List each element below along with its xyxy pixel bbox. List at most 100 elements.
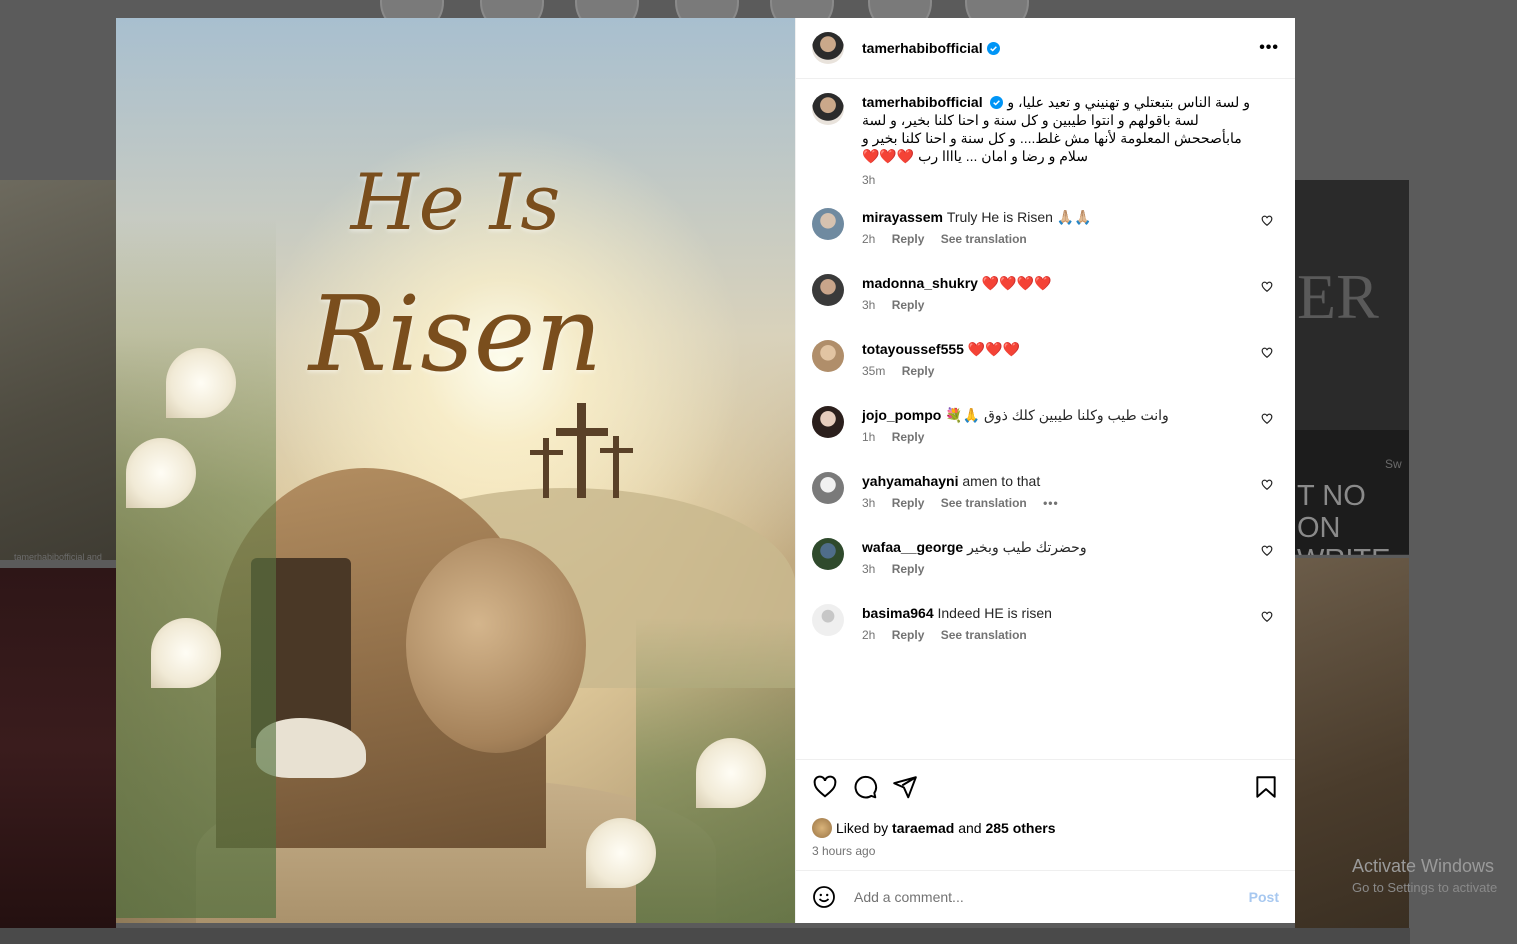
post-timestamp: 3 hours ago bbox=[812, 844, 876, 858]
share-paper-plane-icon[interactable] bbox=[892, 774, 918, 800]
comment-text: yahyamahayni amen to that bbox=[862, 472, 1242, 490]
comment-bubble-icon[interactable] bbox=[852, 774, 878, 800]
cross-icon bbox=[600, 448, 633, 453]
likes-others-link[interactable]: 285 others bbox=[985, 820, 1055, 836]
cross-icon bbox=[613, 436, 619, 498]
comment-like-heart-icon[interactable] bbox=[1261, 281, 1273, 293]
commenter-username[interactable]: basima964 bbox=[862, 605, 934, 621]
comment-body: totayoussef555 ❤️❤️❤️ 35m Reply bbox=[862, 340, 1242, 378]
lily-flower bbox=[151, 618, 221, 688]
comment-body: basima964 Indeed HE is risen 2h Reply Se… bbox=[862, 604, 1242, 642]
reply-button[interactable]: Reply bbox=[892, 298, 925, 312]
likes-prefix: Liked by bbox=[836, 820, 889, 836]
reply-button[interactable]: Reply bbox=[892, 628, 925, 642]
commenter-avatar[interactable] bbox=[812, 604, 844, 636]
comment-like-heart-icon[interactable] bbox=[1261, 413, 1273, 425]
reply-button[interactable]: Reply bbox=[892, 232, 925, 246]
comment-input[interactable] bbox=[852, 888, 1249, 906]
more-options-icon[interactable]: ••• bbox=[1259, 39, 1279, 57]
comment-meta: 2h Reply See translation bbox=[862, 232, 1242, 246]
background-stories bbox=[380, 0, 1060, 34]
background-post-tile bbox=[0, 568, 116, 928]
like-heart-icon[interactable] bbox=[812, 774, 838, 800]
lily-flower bbox=[586, 818, 656, 888]
background-caption: tamerhabibofficial and bbox=[14, 552, 102, 562]
commenter-avatar[interactable] bbox=[812, 340, 844, 372]
comment-content: وحضرتك طيب وبخير bbox=[967, 539, 1087, 555]
commenter-username[interactable]: mirayassem bbox=[862, 209, 943, 225]
comment-row: mirayassem Truly He is Risen 🙏🏼🙏🏼 2h Rep… bbox=[812, 208, 1279, 253]
comment-like-heart-icon[interactable] bbox=[1261, 215, 1273, 227]
cross-icon bbox=[556, 428, 608, 436]
likes-summary: Liked by taraemad and 285 others bbox=[796, 814, 1295, 838]
author-avatar[interactable] bbox=[812, 32, 844, 64]
caption-username[interactable]: tamerhabibofficial bbox=[862, 94, 983, 110]
see-translation-link[interactable]: See translation bbox=[941, 496, 1027, 510]
commenter-username[interactable]: jojo_pompo bbox=[862, 407, 941, 423]
background-tile-text: T NO ON WRITE bbox=[1297, 480, 1390, 555]
see-translation-link[interactable]: See translation bbox=[941, 628, 1027, 642]
caption-time: 3h bbox=[862, 173, 876, 187]
see-translation-link[interactable]: See translation bbox=[941, 232, 1027, 246]
add-comment-bar: Post bbox=[796, 870, 1295, 923]
comment-time: 3h bbox=[862, 562, 876, 576]
author-username[interactable]: tamerhabibofficial bbox=[862, 40, 983, 56]
comment-time: 2h bbox=[862, 628, 876, 642]
post-actions bbox=[796, 759, 1295, 814]
comment-body: madonna_shukry ❤️❤️❤️❤️ 3h Reply bbox=[862, 274, 1242, 312]
liker-avatar[interactable] bbox=[812, 818, 832, 838]
author-avatar[interactable] bbox=[812, 93, 844, 125]
comment-text: basima964 Indeed HE is risen bbox=[862, 604, 1242, 622]
commenter-username[interactable]: yahyamahayni bbox=[862, 473, 959, 489]
commenter-username[interactable]: wafaa__george bbox=[862, 539, 963, 555]
reply-button[interactable]: Reply bbox=[902, 364, 935, 378]
comment-meta: 2h Reply See translation bbox=[862, 628, 1242, 642]
reply-button[interactable]: Reply bbox=[892, 430, 925, 444]
commenter-avatar[interactable] bbox=[812, 472, 844, 504]
comment-like-heart-icon[interactable] bbox=[1261, 545, 1273, 557]
artwork-title-line2: Risen bbox=[308, 273, 603, 395]
comment-row: yahyamahayni amen to that 3h Reply See t… bbox=[812, 472, 1279, 517]
comment-meta: 1h Reply bbox=[862, 430, 1242, 444]
likes-and: and bbox=[958, 820, 982, 836]
commenter-avatar[interactable] bbox=[812, 208, 844, 240]
reply-button[interactable]: Reply bbox=[892, 496, 925, 510]
comment-text: mirayassem Truly He is Risen 🙏🏼🙏🏼 bbox=[862, 208, 1242, 226]
emoji-icon[interactable] bbox=[812, 885, 836, 909]
comment-thread: mirayassem Truly He is Risen 🙏🏼🙏🏼 2h Rep… bbox=[812, 208, 1279, 649]
commenter-username[interactable]: totayoussef555 bbox=[862, 341, 964, 357]
artwork-title-line1: He Is bbox=[350, 158, 561, 248]
windows-watermark-subtitle: Go to Settings to activate bbox=[1352, 880, 1498, 895]
comment-like-heart-icon[interactable] bbox=[1261, 611, 1273, 623]
comment-like-heart-icon[interactable] bbox=[1261, 347, 1273, 359]
comment-content: amen to that bbox=[962, 473, 1041, 489]
comment-body: wafaa__george وحضرتك طيب وبخير 3h Reply bbox=[862, 538, 1242, 576]
verified-badge-icon bbox=[986, 41, 1000, 55]
comment-text: jojo_pompo وانت طيب وكلنا طيبين كلك ذوق … bbox=[862, 406, 1242, 424]
comment-content: Truly He is Risen 🙏🏼🙏🏼 bbox=[946, 209, 1092, 225]
comments-list[interactable]: tamerhabibofficial و لسة الناس بتبعتلي و… bbox=[796, 79, 1295, 759]
comment-more-icon[interactable]: ••• bbox=[1043, 496, 1059, 510]
post-comment-button[interactable]: Post bbox=[1249, 889, 1279, 905]
post-image[interactable]: He Is Risen bbox=[116, 18, 795, 923]
commenter-avatar[interactable] bbox=[812, 538, 844, 570]
comment-like-heart-icon[interactable] bbox=[1261, 479, 1273, 491]
verified-badge-icon bbox=[990, 96, 1004, 109]
comment-row: jojo_pompo وانت طيب وكلنا طيبين كلك ذوق … bbox=[812, 406, 1279, 451]
commenter-avatar[interactable] bbox=[812, 406, 844, 438]
comment-body: yahyamahayni amen to that 3h Reply See t… bbox=[862, 472, 1242, 510]
comment-time: 2h bbox=[862, 232, 876, 246]
commenter-username[interactable]: madonna_shukry bbox=[862, 275, 978, 291]
reply-button[interactable]: Reply bbox=[892, 562, 925, 576]
commenter-avatar[interactable] bbox=[812, 274, 844, 306]
save-bookmark-icon[interactable] bbox=[1253, 774, 1279, 800]
background-post-tile bbox=[0, 180, 116, 560]
liker-username[interactable]: taraemad bbox=[892, 820, 954, 836]
comment-text: wafaa__george وحضرتك طيب وبخير bbox=[862, 538, 1242, 556]
cross-icon bbox=[577, 403, 586, 498]
comment-text: madonna_shukry ❤️❤️❤️❤️ bbox=[862, 274, 1242, 292]
comment-meta: 3h Reply bbox=[862, 562, 1242, 576]
comment-content: Indeed HE is risen bbox=[937, 605, 1052, 621]
background-post-tile: ER Sw T NO ON WRITE bbox=[1295, 180, 1409, 555]
cross-icon bbox=[543, 438, 549, 498]
